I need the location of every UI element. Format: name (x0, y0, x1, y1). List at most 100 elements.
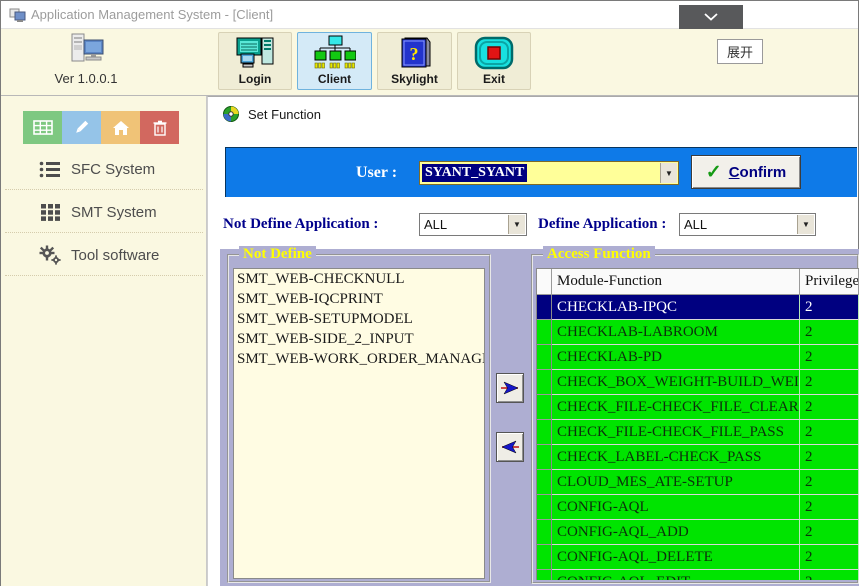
table-row[interactable]: CLOUD_MES_ATE-SETUP2 (537, 470, 859, 495)
list-item[interactable]: SMT_WEB-IQCPRINT (234, 289, 484, 309)
edit-action-button[interactable] (62, 111, 101, 144)
chevron-down-icon (704, 13, 718, 21)
sidebar-action-row (23, 111, 179, 144)
chevron-down-icon[interactable]: ▼ (508, 215, 525, 234)
table-row[interactable]: CONFIG-AQL_ADD2 (537, 520, 859, 545)
privilege-cell[interactable]: 2 (800, 545, 859, 570)
app-window: Application Management System - [Client]… (0, 0, 859, 586)
table-row[interactable]: CHECK_BOX_WEIGHT-BUILD_WEIGHT2 (537, 370, 859, 395)
user-label: User : (356, 148, 397, 198)
table-row[interactable]: CONFIG-AQL2 (537, 495, 859, 520)
module-function-cell[interactable]: CHECK_BOX_WEIGHT-BUILD_WEIGHT (552, 370, 800, 395)
expand-button[interactable]: 展开 (717, 39, 763, 64)
list-item[interactable]: SMT_WEB-CHECKNULL (234, 269, 484, 289)
sidebar-separator (5, 232, 203, 233)
module-function-cell[interactable]: CHECK_FILE-CHECK_FILE_PASS (552, 420, 800, 445)
module-function-column-header[interactable]: Module-Function (552, 269, 800, 295)
delete-action-button[interactable] (140, 111, 179, 144)
computer-login-icon (234, 33, 276, 72)
table-row[interactable]: CONFIG-AQL_DELETE2 (537, 545, 859, 570)
confirm-button[interactable]: ✓ Confirm (691, 155, 801, 189)
row-indicator (537, 370, 552, 395)
skylight-button[interactable]: ? Skylight (377, 32, 452, 90)
privilege-cell[interactable]: 2 (800, 570, 859, 580)
client-button[interactable]: Client (297, 32, 372, 90)
module-function-cell[interactable]: CHECK_LABEL-CHECK_PASS (552, 445, 800, 470)
user-combobox[interactable]: SYANT_SYANT ▼ (419, 161, 679, 185)
chevron-down-icon[interactable]: ▼ (797, 215, 814, 234)
module-function-cell[interactable]: CONFIG-AQL_EDIT (552, 570, 800, 580)
svg-text:?: ? (409, 44, 418, 64)
top-toolbar: Ver 1.0.0.1 Login (1, 29, 858, 96)
table-row[interactable]: CHECKLAB-IPQC2 (537, 295, 859, 320)
module-function-cell[interactable]: CHECKLAB-IPQC (552, 295, 800, 320)
exit-button[interactable]: Exit (457, 32, 531, 90)
not-define-application-value: ALL (424, 214, 447, 235)
privilege-cell[interactable]: 2 (800, 320, 859, 345)
module-function-cell[interactable]: CHECKLAB-PD (552, 345, 800, 370)
list-item[interactable]: SMT_WEB-SETUPMODEL (234, 309, 484, 329)
table-row[interactable]: CONFIG-AQL_EDIT2 (537, 570, 859, 580)
title-bar: Application Management System - [Client] (1, 1, 858, 29)
network-tree-icon (314, 33, 356, 72)
version-block: Ver 1.0.0.1 (1, 29, 207, 96)
not-define-application-label: Not Define Application : (223, 213, 378, 236)
grid-action-button[interactable] (23, 111, 62, 144)
row-indicator (537, 495, 552, 520)
row-indicator (537, 570, 552, 580)
move-right-button[interactable] (496, 373, 524, 403)
module-function-cell[interactable]: CHECKLAB-LABROOM (552, 320, 800, 345)
module-function-cell[interactable]: CONFIG-AQL_DELETE (552, 545, 800, 570)
set-function-icon (222, 105, 240, 123)
privilege-cell[interactable]: 2 (800, 395, 859, 420)
login-button[interactable]: Login (218, 32, 292, 90)
access-function-group-title: Access Function (543, 246, 655, 263)
not-define-group-title: Not Define (239, 246, 316, 263)
access-function-groupbox: Access Function Module-Function Privileg… (531, 254, 859, 584)
privilege-cell[interactable]: 2 (800, 445, 859, 470)
collapse-button[interactable] (679, 5, 743, 29)
set-function-header: Set Function (208, 97, 858, 133)
table-body: CHECKLAB-IPQC2CHECKLAB-LABROOM2CHECKLAB-… (537, 295, 859, 580)
sidebar-item-tool-software[interactable]: Tool software (1, 237, 207, 273)
row-indicator (537, 320, 552, 345)
module-function-cell[interactable]: CONFIG-AQL_ADD (552, 520, 800, 545)
privilege-cell[interactable]: 2 (800, 345, 859, 370)
privilege-cell[interactable]: 2 (800, 295, 859, 320)
skylight-button-label: Skylight (391, 72, 438, 86)
row-indicator (537, 295, 552, 320)
privilege-cell[interactable]: 2 (800, 520, 859, 545)
privilege-column-header[interactable]: Privilege (800, 269, 859, 295)
row-indicator (537, 420, 552, 445)
move-left-button[interactable] (496, 432, 524, 462)
sidebar-item-sfc-system[interactable]: SFC System (1, 151, 207, 187)
module-function-cell[interactable]: CONFIG-AQL (552, 495, 800, 520)
not-define-application-combobox[interactable]: ALL ▼ (419, 213, 527, 236)
module-function-cell[interactable]: CHECK_FILE-CHECK_FILE_CLEAR (552, 395, 800, 420)
sidebar-item-smt-system[interactable]: SMT System (1, 194, 207, 230)
home-action-button[interactable] (101, 111, 140, 144)
not-define-groupbox: Not Define SMT_WEB-CHECKNULLSMT_WEB-IQCP… (227, 254, 491, 583)
not-define-list[interactable]: SMT_WEB-CHECKNULLSMT_WEB-IQCPRINTSMT_WEB… (233, 268, 485, 579)
chevron-down-icon[interactable]: ▼ (660, 163, 677, 183)
row-indicator (537, 395, 552, 420)
privilege-cell[interactable]: 2 (800, 470, 859, 495)
module-function-cell[interactable]: CLOUD_MES_ATE-SETUP (552, 470, 800, 495)
table-row[interactable]: CHECK_FILE-CHECK_FILE_CLEAR2 (537, 395, 859, 420)
define-application-combobox[interactable]: ALL ▼ (679, 213, 816, 236)
table-row[interactable]: CHECKLAB-LABROOM2 (537, 320, 859, 345)
version-label: Ver 1.0.0.1 (1, 71, 171, 86)
table-header-row: Module-Function Privilege (537, 269, 859, 295)
table-row[interactable]: CHECKLAB-PD2 (537, 345, 859, 370)
login-button-label: Login (239, 72, 272, 86)
home-icon (112, 120, 130, 136)
list-item[interactable]: SMT_WEB-SIDE_2_INPUT (234, 329, 484, 349)
privilege-cell[interactable]: 2 (800, 420, 859, 445)
privilege-cell[interactable]: 2 (800, 495, 859, 520)
access-function-table: Module-Function Privilege CHECKLAB-IPQC2… (536, 268, 859, 580)
table-row[interactable]: CHECK_FILE-CHECK_FILE_PASS2 (537, 420, 859, 445)
privilege-cell[interactable]: 2 (800, 370, 859, 395)
list-item[interactable]: SMT_WEB-WORK_ORDER_MANAGEMENT (234, 349, 484, 369)
confirm-button-label: Confirm (729, 164, 787, 181)
table-row[interactable]: CHECK_LABEL-CHECK_PASS2 (537, 445, 859, 470)
